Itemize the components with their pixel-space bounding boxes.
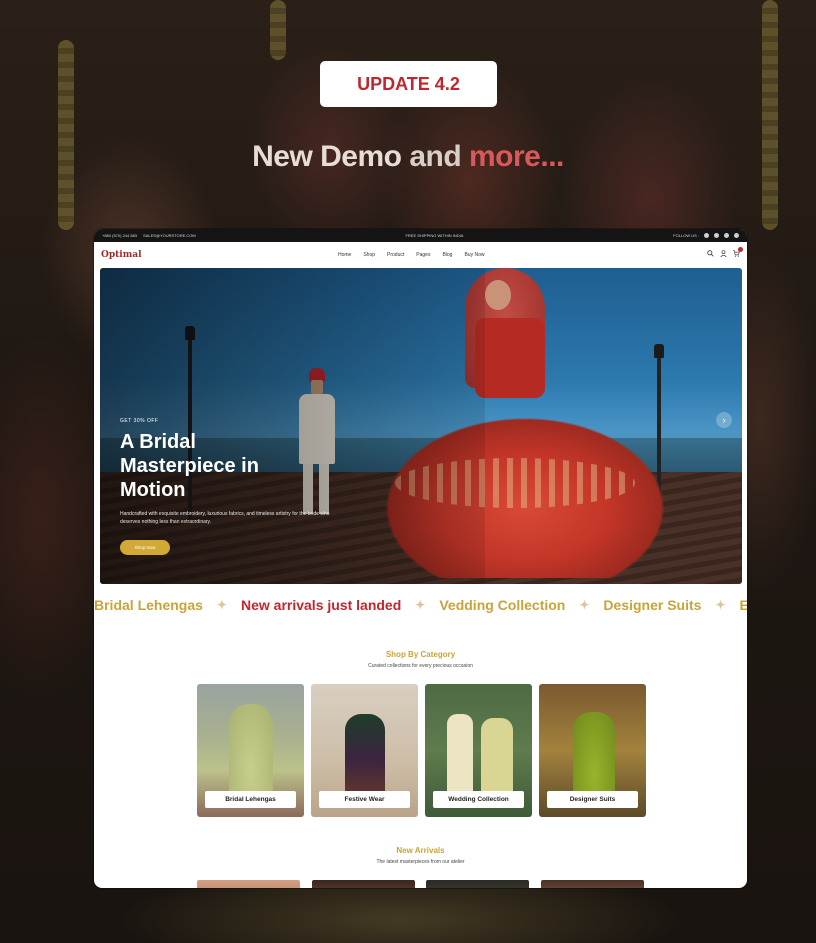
instagram-icon[interactable] — [714, 233, 719, 238]
headline-part-3: more... — [461, 140, 564, 173]
menu-item-shop[interactable]: Shop — [363, 252, 375, 258]
background-garland — [58, 40, 74, 230]
sparkle-icon: ✦ — [579, 598, 590, 612]
header-icons — [707, 247, 743, 257]
website-preview: +880 (570) 244 883 SALES@YOURSTORE.COM F… — [94, 229, 747, 888]
product-card[interactable] — [197, 880, 300, 888]
category-section-subtitle: Curated collections for every precious o… — [368, 663, 473, 669]
hero-caption: GET 30% OFF A Bridal Masterpiece in Moti… — [120, 418, 330, 555]
site-logo[interactable]: Optimal — [101, 250, 141, 260]
marquee-item: Er — [739, 597, 747, 613]
cart-count-badge — [738, 247, 743, 252]
background-garland — [270, 0, 286, 60]
category-card-designer-suits[interactable]: Designer Suits — [539, 684, 646, 817]
tiktok-icon[interactable] — [734, 233, 739, 238]
category-label: Bridal Lehengas — [205, 791, 296, 808]
marquee-item: Vedding Collection — [439, 597, 566, 613]
new-arrivals-title: New Arrivals — [396, 846, 445, 855]
hero-banner: GET 30% OFF A Bridal Masterpiece in Moti… — [100, 268, 742, 584]
sparkle-icon: ✦ — [216, 598, 227, 612]
menu-item-buy-now[interactable]: Buy Now — [464, 252, 484, 258]
category-card-bridal-lehengas[interactable]: Bridal Lehengas — [197, 684, 304, 817]
search-icon[interactable] — [707, 250, 714, 257]
background-garland — [762, 0, 778, 230]
category-label: Festive Wear — [319, 791, 410, 808]
menu-item-pages[interactable]: Pages — [416, 252, 430, 258]
shop-now-button[interactable]: Shop Now — [120, 540, 170, 555]
user-icon[interactable] — [720, 250, 727, 257]
topbar-phone[interactable]: +880 (570) 244 883 — [102, 233, 137, 238]
hero-title: A Bridal Masterpiece in Motion — [120, 431, 259, 501]
promo-headline: New Demo and more... — [0, 140, 816, 174]
follow-label: FOLLOW US : — [673, 233, 699, 238]
category-card-wedding-collection[interactable]: Wedding Collection — [425, 684, 532, 817]
youtube-icon[interactable] — [724, 233, 729, 238]
category-label: Wedding Collection — [433, 791, 524, 808]
hero-description: Handcrafted with exquisite embroidery, l… — [120, 511, 330, 525]
update-badge: UPDATE 4.2 — [320, 61, 497, 107]
social-links: FOLLOW US : — [673, 233, 739, 238]
menu-item-blog[interactable]: Blog — [442, 252, 452, 258]
hero-offer: GET 30% OFF — [120, 418, 159, 424]
facebook-icon[interactable] — [704, 233, 709, 238]
topbar-email[interactable]: SALES@YOURSTORE.COM — [143, 233, 196, 238]
menu-item-home[interactable]: Home — [338, 252, 351, 258]
product-card[interactable] — [541, 880, 644, 888]
arrow-right-icon: › — [722, 415, 726, 425]
announcement-marquee: Bridal Lehengas ✦ New arrivals just land… — [94, 597, 747, 613]
headline-part-1: New Demo — [252, 140, 410, 173]
main-menu: Home Shop Product Pages Blog Buy Now — [338, 242, 484, 268]
menu-item-product[interactable]: Product — [387, 252, 404, 258]
headline-part-2: and — [409, 140, 462, 173]
category-label: Designer Suits — [547, 791, 638, 808]
category-card-festive-wear[interactable]: Festive Wear — [311, 684, 418, 817]
marquee-item: Designer Suits — [603, 597, 702, 613]
site-navbar: Optimal Home Shop Product Pages Blog Buy… — [94, 242, 747, 268]
topbar-promo: FREE SHIPPING WITHIN INDIA — [405, 233, 464, 238]
marquee-item: Bridal Lehengas — [94, 597, 203, 613]
slider-next-button[interactable]: › — [716, 412, 732, 428]
new-arrivals-subtitle: The latest masterpieces from our atelier — [376, 859, 465, 865]
sparkle-icon: ✦ — [415, 598, 426, 612]
category-section-title: Shop By Category — [385, 650, 456, 659]
site-topbar: +880 (570) 244 883 SALES@YOURSTORE.COM F… — [94, 229, 747, 242]
update-badge-label: UPDATE 4.2 — [357, 73, 460, 94]
product-card[interactable] — [426, 880, 529, 888]
sparkle-icon: ✦ — [715, 598, 726, 612]
product-card[interactable] — [312, 880, 415, 888]
marquee-item: New arrivals just landed — [240, 597, 402, 613]
cart-button[interactable] — [733, 247, 743, 257]
